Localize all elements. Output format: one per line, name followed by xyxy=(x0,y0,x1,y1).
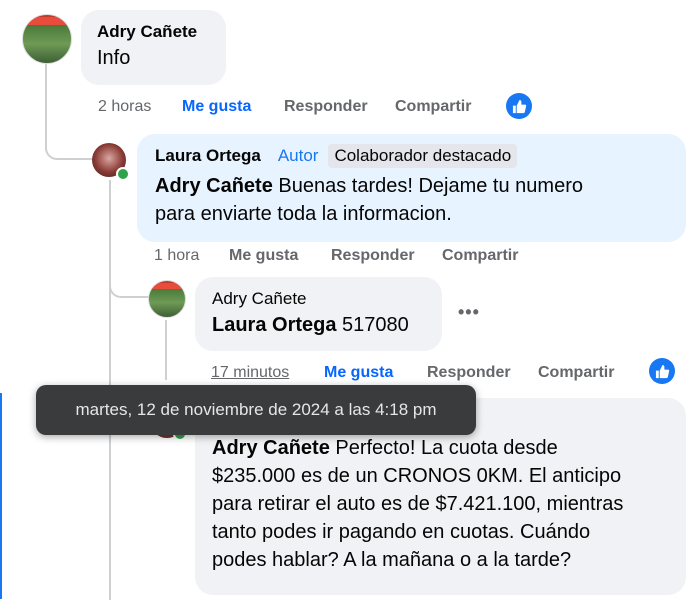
reply-button[interactable]: Responder xyxy=(284,98,368,116)
avatar-logo-band xyxy=(152,283,182,289)
avatar[interactable] xyxy=(22,14,72,64)
mention-link[interactable]: Adry Cañete xyxy=(155,175,273,197)
comment-text-line: tanto podes ir pagando en cuotas. Cuándo xyxy=(212,521,591,543)
comment-text-line: podes hablar? A la mañana o a la tarde? xyxy=(212,549,572,571)
comment-author[interactable]: Adry Cañete xyxy=(212,289,425,309)
comment-text-line: para enviarte toda la informacion. xyxy=(155,203,452,225)
like-button[interactable]: Me gusta xyxy=(324,364,393,382)
share-button[interactable]: Compartir xyxy=(395,98,471,116)
reply-button[interactable]: Responder xyxy=(331,247,415,265)
mention-link[interactable]: Laura Ortega xyxy=(212,314,336,336)
avatar[interactable] xyxy=(148,280,186,318)
thread-curve-2 xyxy=(109,270,149,298)
like-icon[interactable] xyxy=(506,93,532,119)
comment-text: Info xyxy=(97,47,131,69)
focus-indicator xyxy=(0,393,2,599)
comment-text-line: Perfecto! La cuota desde xyxy=(329,437,558,459)
top-contributor-badge: Colaborador destacado xyxy=(328,144,518,168)
like-button[interactable]: Me gusta xyxy=(229,247,298,265)
tooltip-text: martes, 12 de noviembre de 2024 a las 4:… xyxy=(75,400,437,419)
comment-text: Adry Cañete Perfecto! La cuota desde xyxy=(212,434,669,462)
comment-text-line: Buenas tardes! Dejame tu numero xyxy=(272,175,583,197)
timestamp-tooltip: martes, 12 de noviembre de 2024 a las 4:… xyxy=(36,385,476,435)
comment-bubble: Adry Cañete Info xyxy=(81,10,226,85)
like-icon[interactable] xyxy=(649,358,675,384)
comment-bubble: Adry Cañete Laura Ortega 517080 xyxy=(195,277,442,351)
comment-text: Laura Ortega 517080 xyxy=(212,311,425,339)
comment-timestamp[interactable]: 2 horas xyxy=(98,98,151,116)
comment-text: Adry Cañete Buenas tardes! Dejame tu num… xyxy=(155,172,668,200)
comment-text-line: 517080 xyxy=(336,314,409,336)
share-button[interactable]: Compartir xyxy=(442,247,518,265)
comment-timestamp[interactable]: 17 minutos xyxy=(211,364,289,382)
comment-author[interactable]: Laura Ortega xyxy=(155,146,261,166)
thumbs-up-glyph xyxy=(655,364,669,378)
thread-line-nested xyxy=(165,320,167,380)
avatar-logo-band xyxy=(27,17,67,25)
share-button[interactable]: Compartir xyxy=(538,364,614,382)
comment-timestamp[interactable]: 1 hora xyxy=(154,247,199,265)
comment-bubble-highlighted: Laura Ortega Autor Colaborador destacado… xyxy=(137,134,686,242)
comment-text-line: $235.000 es de un CRONOS 0KM. El anticip… xyxy=(212,465,622,487)
online-status-dot xyxy=(116,167,130,181)
comment-text-line: para retirar el auto es de $7.421.100, m… xyxy=(212,493,624,515)
more-horizontal-icon[interactable]: ••• xyxy=(458,302,480,323)
thread-curve-1 xyxy=(45,130,95,160)
reply-button[interactable]: Responder xyxy=(427,364,511,382)
author-badge: Autor xyxy=(277,146,319,165)
comment-author[interactable]: Adry Cañete xyxy=(97,22,210,42)
like-button[interactable]: Me gusta xyxy=(182,98,251,116)
mention-link[interactable]: Adry Cañete xyxy=(212,437,330,459)
thumbs-up-glyph xyxy=(512,99,526,113)
